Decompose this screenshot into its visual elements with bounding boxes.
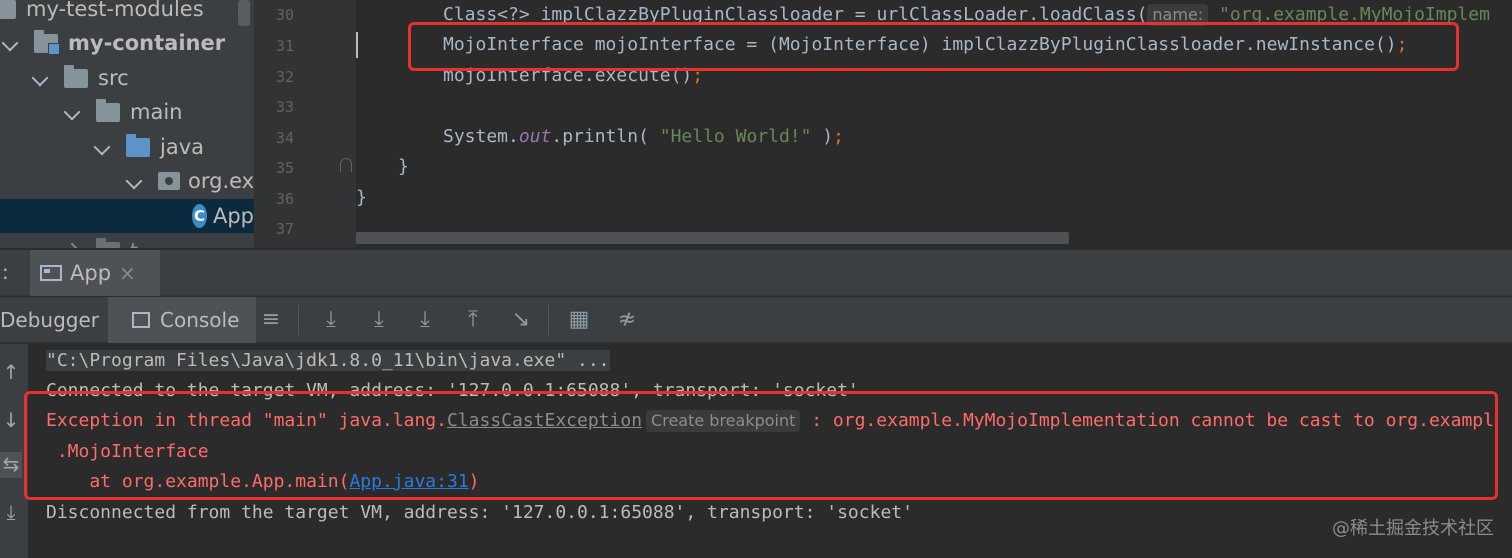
console-line: Disconnected from the target VM, address… bbox=[46, 502, 913, 523]
close-icon[interactable]: × bbox=[119, 261, 136, 285]
tree-scrollbar[interactable] bbox=[238, 0, 250, 26]
folder-icon bbox=[96, 98, 120, 122]
arrow-up-icon[interactable]: ↑ bbox=[0, 360, 22, 386]
tree-item-src[interactable]: src bbox=[31, 61, 129, 95]
scroll-to-end-icon[interactable]: ⤓ bbox=[0, 500, 22, 526]
tree-item-my-test-modules[interactable]: my-test-modules bbox=[0, 0, 204, 26]
step-into-icon[interactable]: ⤓ bbox=[412, 307, 438, 333]
project-tree: my-test-modules my-container src main ja… bbox=[0, 0, 254, 248]
watermark: @稀土掘金技术社区 bbox=[1332, 518, 1494, 539]
chevron-down-icon[interactable] bbox=[31, 69, 49, 87]
evaluate-expression-icon[interactable]: ▦ bbox=[566, 307, 592, 333]
line-number: 32 bbox=[275, 68, 294, 86]
package-icon bbox=[158, 172, 180, 190]
tree-item-label: src bbox=[98, 66, 129, 90]
line-number: 31 bbox=[275, 37, 294, 55]
module-folder-icon bbox=[34, 29, 60, 55]
fold-marker-icon[interactable] bbox=[340, 158, 352, 172]
tree-item-main[interactable]: main bbox=[63, 95, 183, 129]
line-number: 36 bbox=[275, 190, 294, 208]
tree-item-java[interactable]: java bbox=[93, 130, 204, 164]
debug-toolbar: Debugger Console ≡ ⤓ ⤓ ⤓ ⤒ ↘ ▦ ≉ bbox=[0, 297, 1512, 343]
line-number: 35 bbox=[275, 159, 294, 177]
tree-item-label: t bbox=[130, 239, 138, 248]
step-out-icon[interactable]: ⤒ bbox=[460, 307, 486, 333]
run-tab-app[interactable]: App × bbox=[30, 250, 160, 296]
step-over-icon[interactable]: ⤓ bbox=[366, 307, 392, 333]
application-icon bbox=[40, 265, 62, 281]
tab-label: Console bbox=[160, 308, 240, 332]
tree-item-app[interactable]: C App bbox=[0, 199, 254, 233]
code-line-34: System.out.println( "Hello World!" ); bbox=[443, 126, 844, 147]
toolbar-separator bbox=[298, 305, 299, 335]
line-number: 30 bbox=[275, 6, 294, 24]
tree-item-label: my-container bbox=[68, 31, 226, 55]
folder-icon bbox=[64, 64, 88, 88]
tree-item-label: my-test-modules bbox=[26, 0, 204, 21]
menu-icon[interactable]: ≡ bbox=[258, 307, 284, 333]
chevron-down-icon[interactable] bbox=[63, 103, 81, 121]
line-number: 33 bbox=[275, 98, 294, 116]
code-line-35: } bbox=[398, 156, 409, 177]
console-icon bbox=[132, 312, 150, 328]
source-folder-icon bbox=[126, 133, 150, 157]
tab-console[interactable]: Console bbox=[108, 297, 256, 343]
tree-item-my-container[interactable]: my-container bbox=[0, 26, 225, 60]
chevron-down-icon[interactable] bbox=[1, 34, 19, 52]
highlight-box-error bbox=[24, 391, 1498, 500]
chevron-down-icon[interactable] bbox=[93, 138, 111, 156]
folder-icon bbox=[0, 0, 16, 19]
toolbar-separator bbox=[548, 305, 549, 335]
arrow-down-icon[interactable]: ↓ bbox=[0, 408, 22, 434]
run-label-fragment: : bbox=[2, 260, 9, 284]
run-to-cursor-icon[interactable]: ↘ bbox=[508, 307, 534, 333]
text-caret bbox=[356, 32, 358, 58]
trace-icon[interactable]: ≉ bbox=[614, 307, 640, 333]
tree-item-label: App bbox=[212, 204, 254, 228]
tree-item-label: org.exa bbox=[188, 169, 254, 193]
run-tab-label: App bbox=[70, 261, 112, 285]
folder-icon bbox=[96, 237, 120, 248]
highlight-box-code bbox=[408, 22, 1459, 71]
tab-debugger[interactable]: Debugger bbox=[0, 297, 99, 343]
line-number: 37 bbox=[275, 220, 294, 238]
tree-item-label: main bbox=[130, 100, 183, 124]
console-line: "C:\Program Files\Java\jdk1.8.0_11\bin\j… bbox=[46, 350, 610, 371]
tree-item-label: java bbox=[160, 135, 204, 159]
line-number: 34 bbox=[275, 129, 294, 147]
show-execution-point-icon[interactable]: ⤓ bbox=[318, 307, 344, 333]
chevron-down-icon[interactable] bbox=[125, 172, 143, 190]
editor-horizontal-scrollbar[interactable] bbox=[356, 232, 1069, 244]
tree-item-package[interactable]: org.exa bbox=[125, 164, 254, 198]
java-class-icon: C bbox=[192, 204, 207, 228]
run-tool-window-header: : App × bbox=[0, 250, 1512, 296]
code-line-36: } bbox=[356, 187, 367, 208]
tab-label: Debugger bbox=[0, 308, 99, 332]
soft-wrap-icon[interactable]: ⇆ bbox=[0, 452, 22, 478]
tree-item-test[interactable]: t bbox=[63, 234, 138, 248]
chevron-right-icon[interactable] bbox=[63, 242, 81, 248]
